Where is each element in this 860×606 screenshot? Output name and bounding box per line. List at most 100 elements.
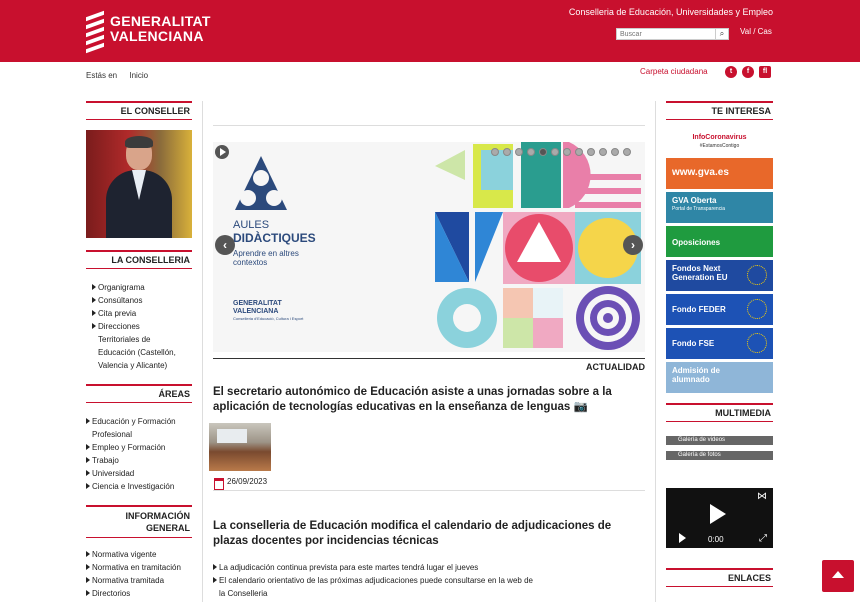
carousel[interactable]: AULES DIDÀCTIQUES Aprendre en altres con… bbox=[213, 142, 645, 352]
flickr-icon[interactable]: fl bbox=[759, 66, 771, 78]
fullscreen-icon[interactable]: ⤢ bbox=[759, 533, 767, 544]
eu-stars-icon bbox=[747, 299, 767, 319]
video-play-icon[interactable] bbox=[710, 504, 726, 524]
multimedia-title: MULTIMEDIA bbox=[666, 403, 773, 422]
menu-item-empleo[interactable]: Empleo y Formación bbox=[86, 441, 192, 454]
galeria-videos-link[interactable]: Galería de videos bbox=[666, 436, 773, 445]
news-bullet: El calendario orientativo de las próxima… bbox=[213, 574, 645, 587]
eu-stars-icon bbox=[747, 265, 767, 285]
generalitat-logo[interactable]: GENERALITAT VALENCIANA bbox=[86, 6, 211, 54]
site-header: GENERALITAT VALENCIANA Conselleria de Ed… bbox=[0, 0, 860, 62]
video-time: 0:00 bbox=[708, 535, 724, 544]
logo-line-2: VALENCIANA bbox=[110, 28, 204, 44]
conselleria-title: LA CONSELLERIA bbox=[86, 250, 192, 269]
news-date: 26/09/2023 bbox=[213, 477, 645, 490]
search-icon[interactable]: ⌕ bbox=[716, 28, 729, 40]
carousel-dot[interactable] bbox=[551, 148, 559, 156]
news-thumbnail[interactable] bbox=[209, 423, 271, 471]
menu-item-normativa-tramitada[interactable]: Normativa tramitada bbox=[86, 574, 192, 587]
info-general-title: INFORMACIÓN GENERAL bbox=[86, 505, 192, 538]
areas-title: ÁREAS bbox=[86, 384, 192, 403]
news-title-2[interactable]: La conselleria de Educación modifica el … bbox=[213, 519, 645, 549]
direcciones-sub-1[interactable]: Territoriales de bbox=[92, 333, 192, 346]
divider bbox=[655, 101, 656, 602]
share-icon[interactable]: ⋈ bbox=[757, 491, 767, 502]
fondos-next-banner[interactable]: Fondos Next Generation EU bbox=[666, 260, 773, 291]
menu-item-directorios[interactable]: Directorios bbox=[86, 587, 192, 600]
news-title-1[interactable]: El secretario autonómico de Educación as… bbox=[213, 385, 645, 415]
actualidad-title: ACTUALIDAD bbox=[213, 358, 645, 372]
search-input[interactable] bbox=[616, 28, 716, 40]
carousel-dot-active[interactable] bbox=[539, 148, 547, 156]
search-form: ⌕ bbox=[616, 28, 729, 40]
carousel-next-icon[interactable]: › bbox=[623, 235, 643, 255]
main-content: AULES DIDÀCTIQUES Aprendre en altres con… bbox=[209, 101, 645, 600]
video-player[interactable]: ⋈ 0:00 ⤢ bbox=[666, 488, 773, 548]
fondo-feder-banner[interactable]: Fondo FEDER bbox=[666, 294, 773, 325]
news-bullet-cont: la Conselleria bbox=[219, 589, 268, 598]
menu-item-consultanos[interactable]: Consúltanos bbox=[92, 294, 192, 307]
carousel-dot[interactable] bbox=[563, 148, 571, 156]
generalitat-emblem-icon bbox=[86, 6, 104, 54]
menu-item-trabajo[interactable]: Trabajo bbox=[86, 454, 192, 467]
breadcrumb-label: Estás en bbox=[86, 71, 118, 80]
infocoronavirus-banner[interactable]: InfoCoronavirus #EstamosContigo bbox=[666, 123, 773, 155]
aules-didactiques-logo-icon bbox=[235, 156, 287, 210]
facebook-icon[interactable]: f bbox=[742, 66, 754, 78]
enlaces-title: ENLACES bbox=[666, 568, 773, 587]
menu-item-normativa-tramitacion[interactable]: Normativa en tramitación bbox=[86, 561, 192, 574]
play-icon[interactable] bbox=[215, 145, 229, 159]
left-sidebar: EL CONSELLER LA CONSELLERIA Organigrama … bbox=[86, 101, 192, 606]
language-switch[interactable]: Val / Cas bbox=[740, 27, 772, 36]
department-name[interactable]: Conselleria de Educación, Universidades … bbox=[569, 7, 773, 17]
breadcrumb: Estás en Inicio bbox=[86, 71, 158, 80]
carousel-prev-icon[interactable]: ‹ bbox=[215, 235, 235, 255]
menu-item-educacion[interactable]: Educación y Formación bbox=[86, 415, 192, 428]
menu-item-organigrama[interactable]: Organigrama bbox=[92, 281, 192, 294]
twitter-icon[interactable]: t bbox=[725, 66, 737, 78]
carousel-dot[interactable] bbox=[515, 148, 523, 156]
carousel-dot[interactable] bbox=[611, 148, 619, 156]
menu-item-universidad[interactable]: Universidad bbox=[86, 467, 192, 480]
oposiciones-banner[interactable]: Oposiciones bbox=[666, 226, 773, 257]
news-bullets: La adjudicación continua prevista para e… bbox=[213, 561, 645, 600]
direcciones-sub-3[interactable]: Valencia y Alicante) bbox=[92, 359, 192, 372]
fondo-fse-banner[interactable]: Fondo FSE bbox=[666, 328, 773, 359]
menu-item-ciencia[interactable]: Ciencia e Investigación bbox=[86, 480, 192, 493]
gva-banner[interactable]: www.gva.es bbox=[666, 158, 773, 189]
social-links: t f fl bbox=[725, 66, 771, 78]
areas-menu: Educación y Formación Profesional Empleo… bbox=[86, 403, 192, 499]
slide-geometric-shapes bbox=[435, 142, 641, 350]
conseller-photo[interactable] bbox=[86, 130, 192, 238]
carousel-dot[interactable] bbox=[587, 148, 595, 156]
educacion-sub[interactable]: Profesional bbox=[86, 428, 192, 441]
right-sidebar: TE INTERESA InfoCoronavirus #EstamosCont… bbox=[666, 101, 773, 587]
aules-title: AULES DIDÀCTIQUES bbox=[233, 219, 316, 245]
logo-line-1: GENERALITAT bbox=[110, 13, 211, 29]
carousel-dot[interactable] bbox=[623, 148, 631, 156]
menu-item-normativa-vigente[interactable]: Normativa vigente bbox=[86, 548, 192, 561]
galeria-fotos-link[interactable]: Galería de fotos bbox=[666, 451, 773, 460]
news-bullet: La adjudicación continua prevista para e… bbox=[213, 561, 645, 574]
scroll-to-top-button[interactable] bbox=[822, 560, 854, 592]
carousel-dot[interactable] bbox=[599, 148, 607, 156]
carousel-dots bbox=[491, 148, 631, 156]
breadcrumb-home[interactable]: Inicio bbox=[129, 71, 148, 80]
carousel-dot[interactable] bbox=[527, 148, 535, 156]
menu-item-direcciones[interactable]: Direcciones bbox=[92, 320, 192, 333]
divider bbox=[202, 101, 203, 602]
carpeta-ciudadana-link[interactable]: Carpeta ciudadana bbox=[640, 67, 708, 76]
video-small-play-icon[interactable] bbox=[679, 533, 686, 543]
info-menu: Normativa vigente Normativa en tramitaci… bbox=[86, 538, 192, 606]
menu-item-cita-previa[interactable]: Cita previa bbox=[92, 307, 192, 320]
carousel-dot[interactable] bbox=[491, 148, 499, 156]
gva-oberta-banner[interactable]: GVA Oberta Portal de Transparencia bbox=[666, 192, 773, 223]
carousel-dot[interactable] bbox=[503, 148, 511, 156]
direcciones-sub-2[interactable]: Educación (Castellón, bbox=[92, 346, 192, 359]
admision-alumnado-banner[interactable]: Admisión de alumnado bbox=[666, 362, 773, 393]
camera-icon: 📷 bbox=[573, 401, 588, 413]
aules-subtitle: Aprendre en altres contextos bbox=[233, 249, 299, 267]
carousel-dot[interactable] bbox=[575, 148, 583, 156]
conselleria-menu: Organigrama Consúltanos Cita previa Dire… bbox=[86, 269, 192, 378]
eu-stars-icon bbox=[747, 333, 767, 353]
